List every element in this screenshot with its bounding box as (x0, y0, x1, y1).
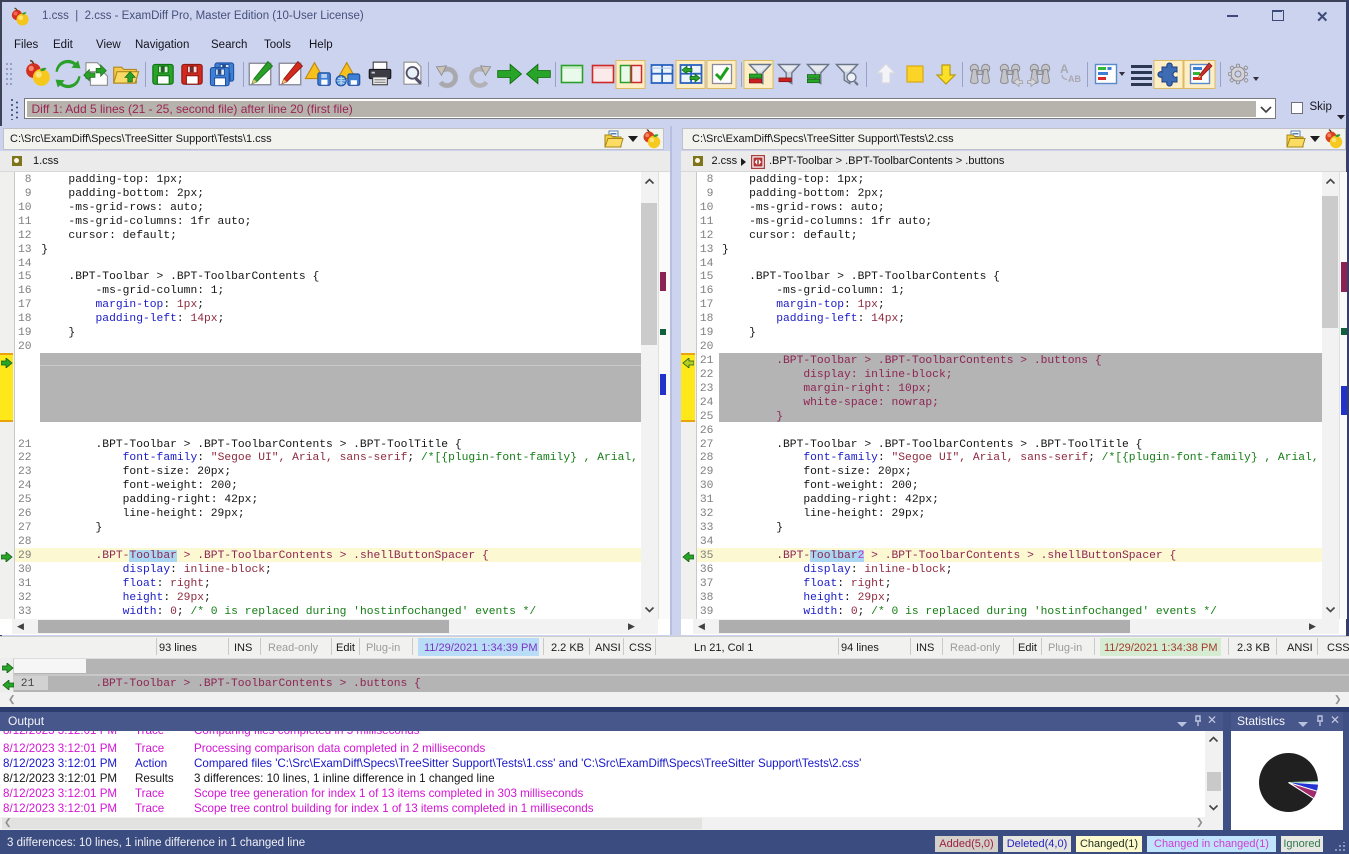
svg-text:AB: AB (1068, 74, 1081, 84)
